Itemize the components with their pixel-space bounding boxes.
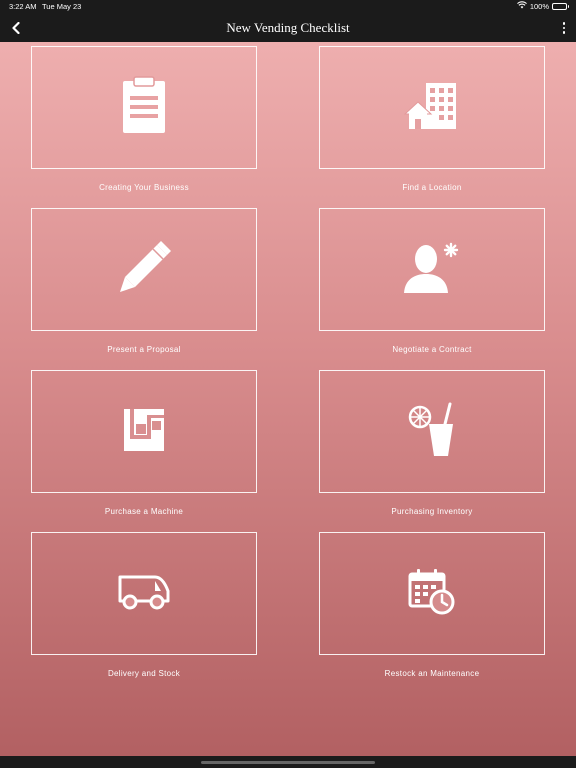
status-date: Tue May 23 [42,2,82,11]
bottom-bar [0,756,576,768]
home-indicator[interactable] [201,761,375,764]
drink-icon [407,402,457,462]
battery-icon [552,2,569,10]
user-icon [402,241,462,299]
status-right: 100% [516,1,569,11]
tile-label: Find a Location [402,183,462,192]
tile-label: Purchasing Inventory [391,507,473,516]
page-title: New Vending Checklist [226,20,350,35]
more-dot [562,22,566,25]
pencil-icon [117,240,171,299]
navigation-bar: New Vending Checklist [0,14,576,42]
tile-label: Purchase a Machine [104,507,184,516]
tile-delivery-and-stock[interactable] [31,532,257,655]
buildings-icon [403,81,460,135]
tile-label: Present a Proposal [107,345,181,354]
tile-purchase-a-machine[interactable] [31,370,257,493]
status-time: 3:22 AM [9,2,37,11]
tile-negotiate-a-contract[interactable] [319,208,545,331]
tile-purchasing-inventory[interactable] [319,370,545,493]
tile-find-a-location[interactable] [319,46,545,169]
more-dot [562,31,566,34]
tile-restock-and-maintenance[interactable] [319,532,545,655]
status-bar: 3:22 AM Tue May 23 100% [0,0,576,14]
wifi-icon [516,1,527,11]
tile-present-a-proposal[interactable] [31,208,257,331]
clipboard-icon [119,75,169,140]
tile-label: Restock an Maintenance [384,669,480,678]
vending-machine-icon [122,407,166,457]
battery-percent: 100% [529,1,549,11]
more-dot [562,26,566,30]
tile-creating-your-business[interactable] [31,46,257,169]
screen: 3:22 AM Tue May 23 100% New Vending Chec… [0,0,576,768]
more-options-button[interactable] [560,19,568,37]
tile-label: Negotiate a Contract [392,345,472,354]
van-icon [117,573,171,615]
tile-label: Delivery and Stock [107,669,181,678]
tile-label: Creating Your Business [99,183,189,192]
calendar-clock-icon [408,568,456,620]
